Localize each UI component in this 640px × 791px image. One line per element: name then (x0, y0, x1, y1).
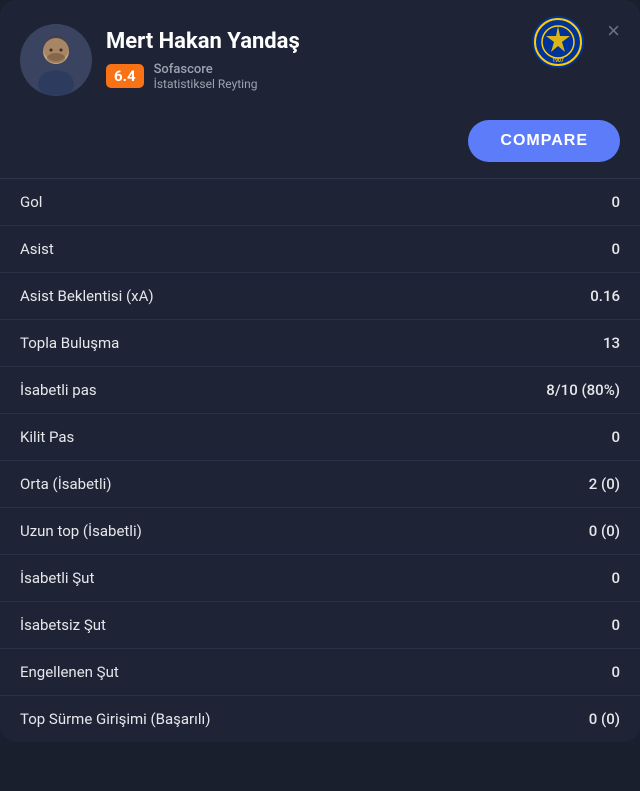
stat-value: 0 (611, 193, 620, 211)
svg-text:1907: 1907 (552, 58, 564, 64)
stat-value: 0 (611, 428, 620, 446)
stat-row: İsabetsiz Şut 0 (0, 602, 640, 649)
player-info: Mert Hakan Yandaş 6.4 Sofascore İstatist… (20, 24, 620, 96)
stat-label: Topla Buluşma (20, 334, 119, 352)
stat-label: Orta (İsabetli) (20, 475, 111, 493)
stat-value: 0 (0) (589, 522, 620, 540)
stat-label: Top Sürme Girişimi (Başarılı) (20, 710, 210, 728)
rating-badge: 6.4 (106, 64, 144, 88)
stat-value: 0 (611, 663, 620, 681)
stat-value: 0.16 (590, 287, 620, 305)
stat-row: Orta (İsabetli) 2 (0) (0, 461, 640, 508)
stat-label: İsabetli Şut (20, 569, 94, 587)
stat-row: Topla Buluşma 13 (0, 320, 640, 367)
stat-label: İsabetsiz Şut (20, 616, 106, 634)
stat-row: Top Sürme Girişimi (Başarılı) 0 (0) (0, 696, 640, 742)
stat-label: Asist (20, 240, 54, 258)
stats-list: Gol 0 Asist 0 Asist Beklentisi (xA) 0.16 Topla… (0, 178, 640, 742)
stat-value: 0 (611, 569, 620, 587)
stat-value: 0 (611, 240, 620, 258)
stat-row: Engellenen Şut 0 (0, 649, 640, 696)
stat-label: Uzun top (İsabetli) (20, 522, 142, 540)
rating-label: Sofascore İstatistiksel Reyting (154, 62, 258, 91)
stat-value: 0 (0) (589, 710, 620, 728)
close-button[interactable]: × (603, 16, 624, 46)
stat-row: İsabetli pas 8/10 (80%) (0, 367, 640, 414)
stat-row: Kilit Pas 0 (0, 414, 640, 461)
stat-value: 0 (611, 616, 620, 634)
stat-value: 8/10 (80%) (546, 381, 620, 399)
compare-button[interactable]: COMPARE (468, 120, 620, 162)
stat-label: Gol (20, 193, 42, 211)
stat-label: Kilit Pas (20, 428, 74, 446)
rating-sublabel: İstatistiksel Reyting (154, 77, 258, 91)
stat-label: Engellenen Şut (20, 663, 119, 681)
stat-row: Uzun top (İsabetli) 0 (0) (0, 508, 640, 555)
stat-row: Asist 0 (0, 226, 640, 273)
stat-value: 2 (0) (589, 475, 620, 493)
stat-label: Asist Beklentisi (xA) (20, 287, 154, 305)
stat-label: İsabetli pas (20, 381, 97, 399)
player-avatar (20, 24, 92, 96)
club-logo: 1907 (532, 16, 584, 68)
player-header: × 1907 (0, 0, 640, 112)
stat-row: İsabetli Şut 0 (0, 555, 640, 602)
player-modal: × 1907 (0, 0, 640, 742)
compare-row: COMPARE (0, 112, 640, 178)
rating-source: Sofascore (154, 62, 258, 77)
stat-value: 13 (603, 334, 620, 352)
stat-row: Gol 0 (0, 179, 640, 226)
stat-row: Asist Beklentisi (xA) 0.16 (0, 273, 640, 320)
